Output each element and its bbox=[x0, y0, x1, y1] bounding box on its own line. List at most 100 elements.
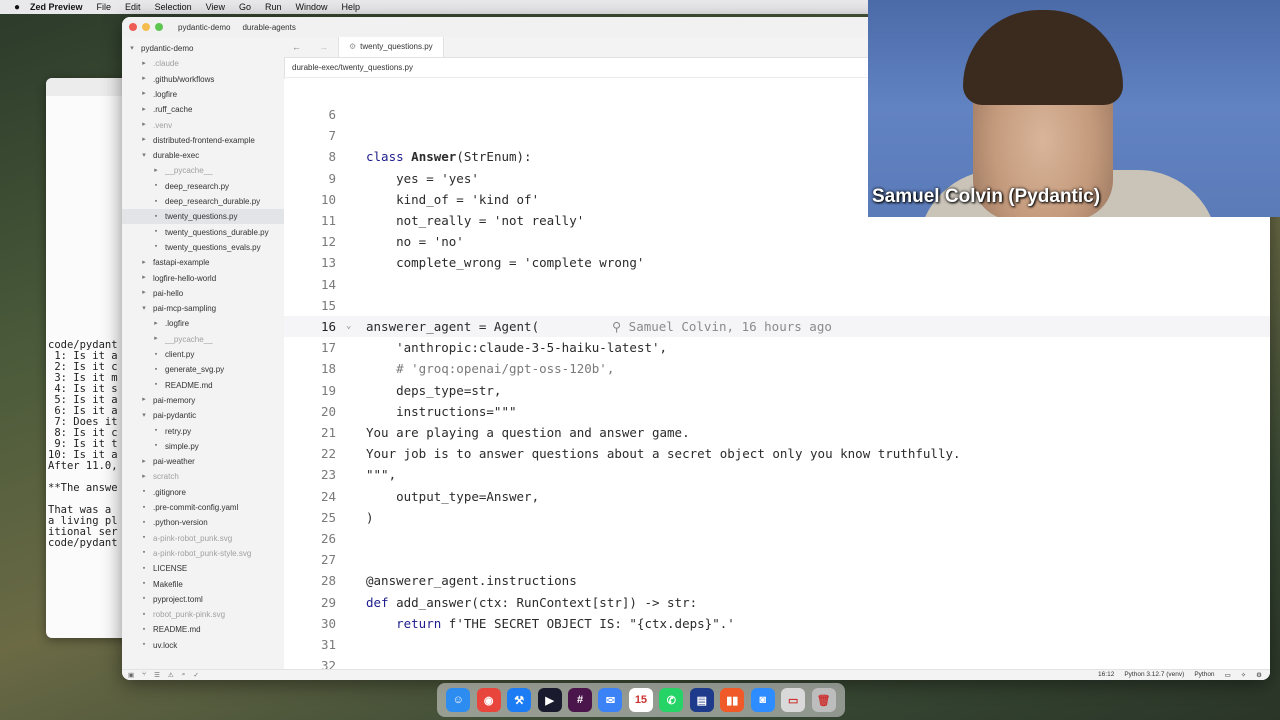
project-tree-item[interactable]: ▸ fastapi-example bbox=[122, 255, 284, 270]
project-tree-item[interactable]: ▪ .pre-commit-config.yaml bbox=[122, 500, 284, 515]
project-tree-item[interactable]: ▸ __pycache__ bbox=[122, 163, 284, 178]
code-line[interactable]: 31 bbox=[284, 634, 1270, 655]
python-interpreter[interactable]: Python 3.12.7 (venv) bbox=[1124, 671, 1184, 679]
project-tree-item[interactable]: ▸ .logfire bbox=[122, 87, 284, 102]
line-number[interactable]: 6 bbox=[284, 104, 336, 125]
line-number[interactable]: 31 bbox=[284, 634, 336, 655]
code-line[interactable]: 17 'anthropic:claude-3-5-haiku-latest', bbox=[284, 337, 1270, 358]
project-tree-item[interactable]: ▾ durable-exec bbox=[122, 148, 284, 163]
line-number[interactable]: 28 bbox=[284, 570, 336, 591]
menu-run[interactable]: Run bbox=[265, 2, 282, 12]
project-tree-item[interactable]: ▪ robot_punk-pink.svg bbox=[122, 607, 284, 622]
diagnostics-icon[interactable]: ⚠ bbox=[168, 671, 174, 679]
project-tree-item[interactable]: ▸ __pycache__ bbox=[122, 332, 284, 347]
line-number[interactable]: 7 bbox=[284, 125, 336, 146]
code-line[interactable]: 14 bbox=[284, 274, 1270, 295]
dock-zoom-icon[interactable]: ◙ bbox=[750, 688, 775, 712]
project-tree-item[interactable]: ▪ generate_svg.py bbox=[122, 362, 284, 377]
line-number[interactable]: 23 bbox=[284, 464, 336, 485]
project-tree-item[interactable]: ▪ twenty_questions_evals.py bbox=[122, 240, 284, 255]
tab-twenty-questions[interactable]: ⚙ twenty_questions.py bbox=[338, 37, 444, 57]
project-tree-item[interactable]: ▪ README.md bbox=[122, 622, 284, 637]
line-number[interactable]: 30 bbox=[284, 613, 336, 634]
dock-xcode-icon[interactable]: ⚒ bbox=[507, 688, 532, 712]
line-number[interactable]: 16 bbox=[284, 316, 336, 337]
project-tree-item[interactable]: ▾ pai-pydantic bbox=[122, 408, 284, 423]
fold-chevron-icon[interactable]: ⌄ bbox=[346, 316, 351, 337]
project-tree-item[interactable]: ▪ pyproject.toml bbox=[122, 592, 284, 607]
line-number[interactable]: 14 bbox=[284, 274, 336, 295]
settings-icon[interactable]: ⚙ bbox=[1256, 671, 1262, 679]
dock-chrome-icon[interactable]: ◉ bbox=[476, 688, 501, 712]
project-tree-item[interactable]: ▸ .ruff_cache bbox=[122, 102, 284, 117]
project-tree-item[interactable]: ▸ distributed-frontend-example bbox=[122, 133, 284, 148]
line-number[interactable]: 10 bbox=[284, 189, 336, 210]
forward-arrow-icon[interactable]: → bbox=[319, 42, 328, 52]
dock-finder-icon[interactable]: ☺ bbox=[446, 688, 471, 712]
project-tree-item[interactable]: ▪ client.py bbox=[122, 347, 284, 362]
git-icon[interactable]: ⑂ bbox=[142, 671, 146, 679]
line-number[interactable]: 32 bbox=[284, 655, 336, 669]
line-number[interactable]: 27 bbox=[284, 549, 336, 570]
code-line[interactable]: 18 # 'groq:openai/gpt-oss-120b', bbox=[284, 358, 1270, 379]
code-line[interactable]: 27 bbox=[284, 549, 1270, 570]
code-line[interactable]: 13 complete_wrong = 'complete wrong' bbox=[284, 252, 1270, 273]
line-number[interactable]: 19 bbox=[284, 380, 336, 401]
project-tree-item[interactable]: ▸ logfire-hello-world bbox=[122, 271, 284, 286]
dock-preview-icon[interactable]: ▭ bbox=[781, 688, 806, 712]
code-line[interactable]: 24 output_type=Answer, bbox=[284, 486, 1270, 507]
project-tree-item[interactable]: ▪ twenty_questions.py bbox=[122, 209, 284, 225]
line-number[interactable]: 29 bbox=[284, 592, 336, 613]
dock-calendar-icon[interactable]: 15 bbox=[628, 688, 653, 712]
project-tree-item[interactable]: ▪ uv.lock bbox=[122, 638, 284, 653]
zoom-window-button[interactable] bbox=[155, 23, 163, 31]
dock-mail-icon[interactable]: ✉ bbox=[598, 688, 623, 712]
cursor-position[interactable]: 16:12 bbox=[1098, 671, 1114, 679]
line-number[interactable]: 9 bbox=[284, 168, 336, 189]
project-tree-item[interactable]: ▪ LICENSE bbox=[122, 561, 284, 576]
code-line[interactable]: 21 You are playing a question and answer … bbox=[284, 422, 1270, 443]
project-tree-item[interactable]: ▸ .claude bbox=[122, 56, 284, 71]
menu-go[interactable]: Go bbox=[239, 2, 251, 12]
project-tree-item[interactable]: ▪ .gitignore bbox=[122, 485, 284, 500]
menu-app-name[interactable]: Zed Preview bbox=[30, 2, 83, 12]
line-number[interactable]: 11 bbox=[284, 210, 336, 231]
terminal-icon[interactable]: ▭ bbox=[1225, 671, 1231, 679]
code-line[interactable]: 32 bbox=[284, 655, 1270, 669]
line-number[interactable]: 22 bbox=[284, 443, 336, 464]
dock-whatsapp-icon[interactable]: ✆ bbox=[659, 688, 684, 712]
apple-icon[interactable]: ● bbox=[12, 2, 22, 13]
code-line[interactable]: 16 ⌄ answerer_agent = Agent(⚲ Samuel Colvi… bbox=[284, 316, 1270, 337]
menu-view[interactable]: View bbox=[206, 2, 225, 12]
project-tree-item[interactable]: ▸ pai-memory bbox=[122, 393, 284, 408]
code-line[interactable]: 25) bbox=[284, 507, 1270, 528]
line-number[interactable]: 21 bbox=[284, 422, 336, 443]
project-tree-item[interactable]: ▸ pai-hello bbox=[122, 286, 284, 301]
dock-slack-icon[interactable]: # bbox=[568, 688, 593, 712]
code-line[interactable]: 12 no = 'no' bbox=[284, 231, 1270, 252]
project-tree-item[interactable]: ▪ a-pink-robot_punk.svg bbox=[122, 531, 284, 546]
menu-help[interactable]: Help bbox=[342, 2, 361, 12]
project-tree-item[interactable]: ▾ pydantic-demo bbox=[122, 41, 284, 56]
project-tree-item[interactable]: ▪ Makefile bbox=[122, 577, 284, 592]
project-tree-item[interactable]: ▸ .venv bbox=[122, 118, 284, 133]
project-tree-item[interactable]: ▪ retry.py bbox=[122, 424, 284, 439]
menu-window[interactable]: Window bbox=[295, 2, 327, 12]
line-number[interactable]: 25 bbox=[284, 507, 336, 528]
code-line[interactable]: 15 bbox=[284, 295, 1270, 316]
code-line[interactable]: 19 deps_type=str, bbox=[284, 380, 1270, 401]
line-number[interactable]: 13 bbox=[284, 252, 336, 273]
code-line[interactable]: 20 instructions=""" bbox=[284, 401, 1270, 422]
project-tree-item[interactable]: ▪ twenty_questions_durable.py bbox=[122, 225, 284, 240]
project-tree-item[interactable]: ▪ deep_research.py bbox=[122, 179, 284, 194]
line-number[interactable]: 17 bbox=[284, 337, 336, 358]
project-tree-item[interactable]: ▪ simple.py bbox=[122, 439, 284, 454]
minimize-window-button[interactable] bbox=[142, 23, 150, 31]
code-line[interactable]: 23 """, bbox=[284, 464, 1270, 485]
menu-selection[interactable]: Selection bbox=[155, 2, 192, 12]
close-window-button[interactable] bbox=[129, 23, 137, 31]
outline-icon[interactable]: ☰ bbox=[154, 671, 160, 679]
project-tree-item[interactable]: ▪ deep_research_durable.py bbox=[122, 194, 284, 209]
project-tree-item[interactable]: ▸ .logfire bbox=[122, 316, 284, 331]
branch-name[interactable]: durable-agents bbox=[242, 23, 295, 32]
